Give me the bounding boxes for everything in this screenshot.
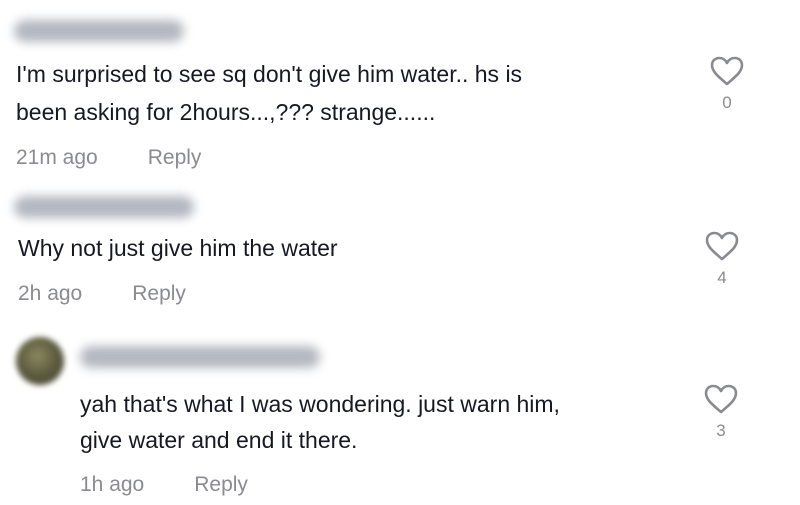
comment-username-blurred[interactable] [14, 20, 184, 42]
comment-text-line: I'm surprised to see sq don't give him w… [16, 61, 523, 87]
comment-text-line: been asking for 2hours...,??? strange...… [16, 99, 436, 125]
comment-timestamp: 1h ago [80, 473, 145, 496]
comment-text-line: Why not just give him the water [18, 235, 338, 261]
heart-outline-icon [704, 384, 738, 414]
comment-meta: 1h ago Reply [80, 473, 248, 497]
like-button[interactable]: 4 [702, 230, 742, 288]
comment-item: I'm surprised to see sq don't give him w… [0, 0, 800, 190]
comment-timestamp: 2h ago [18, 282, 83, 305]
comment-username-blurred[interactable] [14, 196, 194, 218]
reply-button[interactable]: Reply [194, 473, 248, 497]
comment-username-blurred[interactable] [80, 346, 320, 368]
like-count: 0 [722, 93, 732, 112]
heart-outline-icon [710, 56, 744, 86]
comment-timestamp: 21m ago [16, 146, 98, 169]
heart-outline-icon [705, 231, 739, 261]
like-button[interactable]: 3 [701, 383, 741, 441]
reply-button[interactable]: Reply [148, 146, 202, 170]
comment-meta: 21m ago Reply [16, 146, 201, 170]
like-count: 4 [717, 268, 727, 287]
avatar[interactable] [16, 337, 64, 385]
comment-meta: 2h ago Reply [18, 282, 186, 306]
comment-text-line: yah that's what I was wondering. just wa… [80, 391, 560, 417]
like-button[interactable]: 0 [707, 55, 747, 113]
comment-text-line: give water and end it there. [80, 427, 358, 453]
comment-item: yah that's what I was wondering. just wa… [0, 320, 800, 505]
reply-button[interactable]: Reply [132, 282, 186, 306]
like-count: 3 [716, 421, 726, 440]
comment-item: Why not just give him the water 2h ago R… [0, 190, 800, 320]
